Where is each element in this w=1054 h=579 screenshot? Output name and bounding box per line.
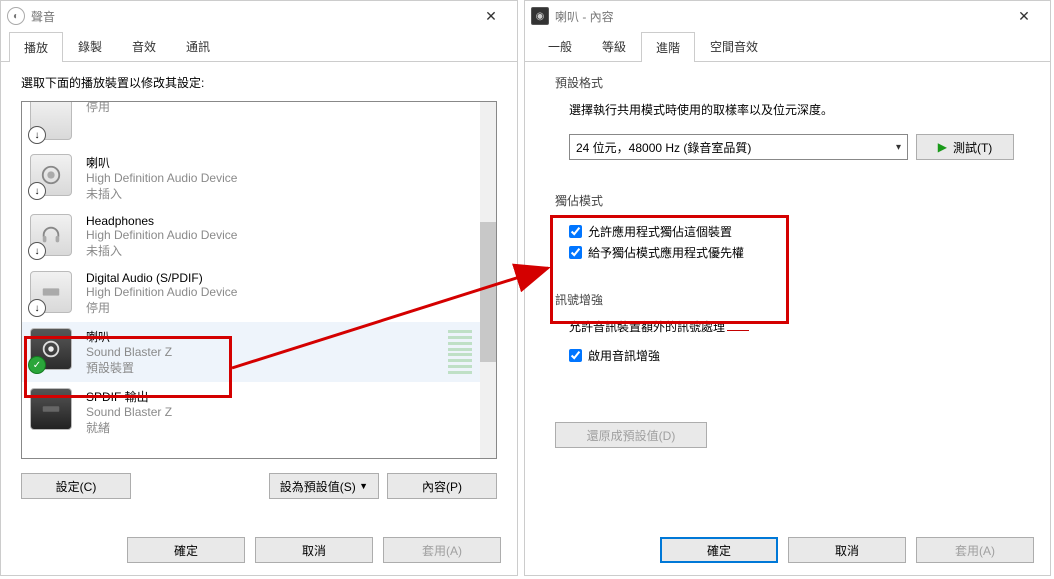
spdif-icon: ↓ (30, 271, 74, 315)
down-arrow-icon: ↓ (28, 242, 46, 260)
sound-dialog: ◐ 聲音 ✕ 播放 錄製 音效 通訊 選取下面的播放裝置以修改其設定: ↓ 停用… (0, 0, 518, 576)
device-item[interactable]: ↓ 停用 (22, 101, 480, 148)
device-item[interactable]: ↓ HeadphonesHigh Definition Audio Device… (22, 208, 480, 265)
enable-enhance-checkbox[interactable]: 啟用音訊增強 (569, 347, 1014, 364)
properties-dialog: ◉ 喇叭 - 內容 ✕ 一般 等級 進階 空間音效 預設格式 選擇執行共用模式時… (524, 0, 1051, 576)
tab-general[interactable]: 一般 (533, 31, 587, 61)
dialog-title: 聲音 (31, 8, 55, 25)
group-title: 訊號增強 (555, 291, 1020, 308)
tab-comm[interactable]: 通訊 (171, 31, 225, 61)
properties-button[interactable]: 內容(P) (387, 473, 497, 499)
device-item[interactable]: ↓ 喇叭High Definition Audio Device未插入 (22, 148, 480, 208)
signal-enhance-group: 訊號增強 允許音訊裝置額外的訊號處理 啟用音訊增強 (555, 291, 1020, 374)
exclusive-mode-group: 獨佔模式 允許應用程式獨佔這個裝置 給予獨佔模式應用程式優先權 (555, 192, 1020, 271)
exclusive-priority-checkbox[interactable]: 給予獨佔模式應用程式優先權 (569, 244, 1014, 261)
chevron-down-icon: ▾ (896, 142, 901, 153)
cancel-button[interactable]: 取消 (788, 537, 906, 563)
allow-exclusive-checkbox[interactable]: 允許應用程式獨佔這個裝置 (569, 223, 1014, 240)
down-arrow-icon: ↓ (28, 182, 46, 200)
chevron-down-icon: ▼ (359, 481, 368, 491)
headphones-icon: ↓ (30, 214, 74, 258)
device-listbox[interactable]: ↓ 停用 ↓ 喇叭High Definition Audio Device未插入… (21, 101, 497, 459)
tab-playback[interactable]: 播放 (9, 32, 63, 62)
sample-format-combo[interactable]: 24 位元，48000 Hz (錄音室品質) ▾ (569, 134, 908, 160)
default-format-group: 預設格式 選擇執行共用模式時使用的取樣率以及位元深度。 24 位元，48000 … (555, 74, 1020, 166)
titlebar: ◐ 聲音 ✕ (1, 1, 517, 31)
tab-advanced[interactable]: 進階 (641, 32, 695, 62)
tab-strip: 一般 等級 進階 空間音效 (525, 31, 1050, 62)
group-title: 預設格式 (555, 74, 1020, 91)
configure-button[interactable]: 設定(C) (21, 473, 131, 499)
dialog-title: 喇叭 - 內容 (555, 8, 614, 25)
cancel-button[interactable]: 取消 (255, 537, 373, 563)
annotation-underline (727, 330, 749, 331)
tab-levels[interactable]: 等級 (587, 31, 641, 61)
device-icon: ↓ (30, 101, 74, 142)
restore-defaults-button[interactable]: 還原成預設值(D) (555, 422, 707, 448)
tab-spatial[interactable]: 空間音效 (695, 31, 773, 61)
test-button[interactable]: ▶ 測試(T) (916, 134, 1014, 160)
down-arrow-icon: ↓ (28, 126, 46, 144)
device-item[interactable]: ↓ Digital Audio (S/PDIF)High Definition … (22, 265, 480, 322)
titlebar: ◉ 喇叭 - 內容 ✕ (525, 1, 1050, 31)
check-icon: ✓ (28, 356, 46, 374)
play-icon: ▶ (938, 140, 947, 154)
speaker-icon: ◉ (531, 7, 549, 25)
close-icon[interactable]: ✕ (1004, 2, 1044, 30)
group-desc: 選擇執行共用模式時使用的取樣率以及位元深度。 (569, 101, 1014, 118)
sound-icon: ◐ (7, 7, 25, 25)
device-item[interactable]: SPDIF 輸出Sound Blaster Z就緒 (22, 382, 480, 442)
spdif-icon (30, 388, 74, 432)
scrollbar-thumb[interactable] (480, 222, 496, 362)
close-icon[interactable]: ✕ (471, 2, 511, 30)
tab-sounds[interactable]: 音效 (117, 31, 171, 61)
set-default-button[interactable]: 設為預設值(S) ▼ (269, 473, 379, 499)
speaker-icon: ↓ (30, 154, 74, 198)
down-arrow-icon: ↓ (28, 299, 46, 317)
ok-button[interactable]: 確定 (660, 537, 778, 563)
speaker-icon: ✓ (30, 328, 74, 372)
tab-strip: 播放 錄製 音效 通訊 (1, 31, 517, 62)
group-title: 獨佔模式 (555, 192, 1020, 209)
device-item-selected[interactable]: ✓ 喇叭Sound Blaster Z預設裝置 (22, 322, 480, 382)
level-meter (448, 328, 472, 376)
tab-recording[interactable]: 錄製 (63, 31, 117, 61)
group-desc: 允許音訊裝置額外的訊號處理 (569, 318, 1014, 335)
apply-button[interactable]: 套用(A) (916, 537, 1034, 563)
ok-button[interactable]: 確定 (127, 537, 245, 563)
instruction-text: 選取下面的播放裝置以修改其設定: (21, 74, 497, 91)
apply-button[interactable]: 套用(A) (383, 537, 501, 563)
